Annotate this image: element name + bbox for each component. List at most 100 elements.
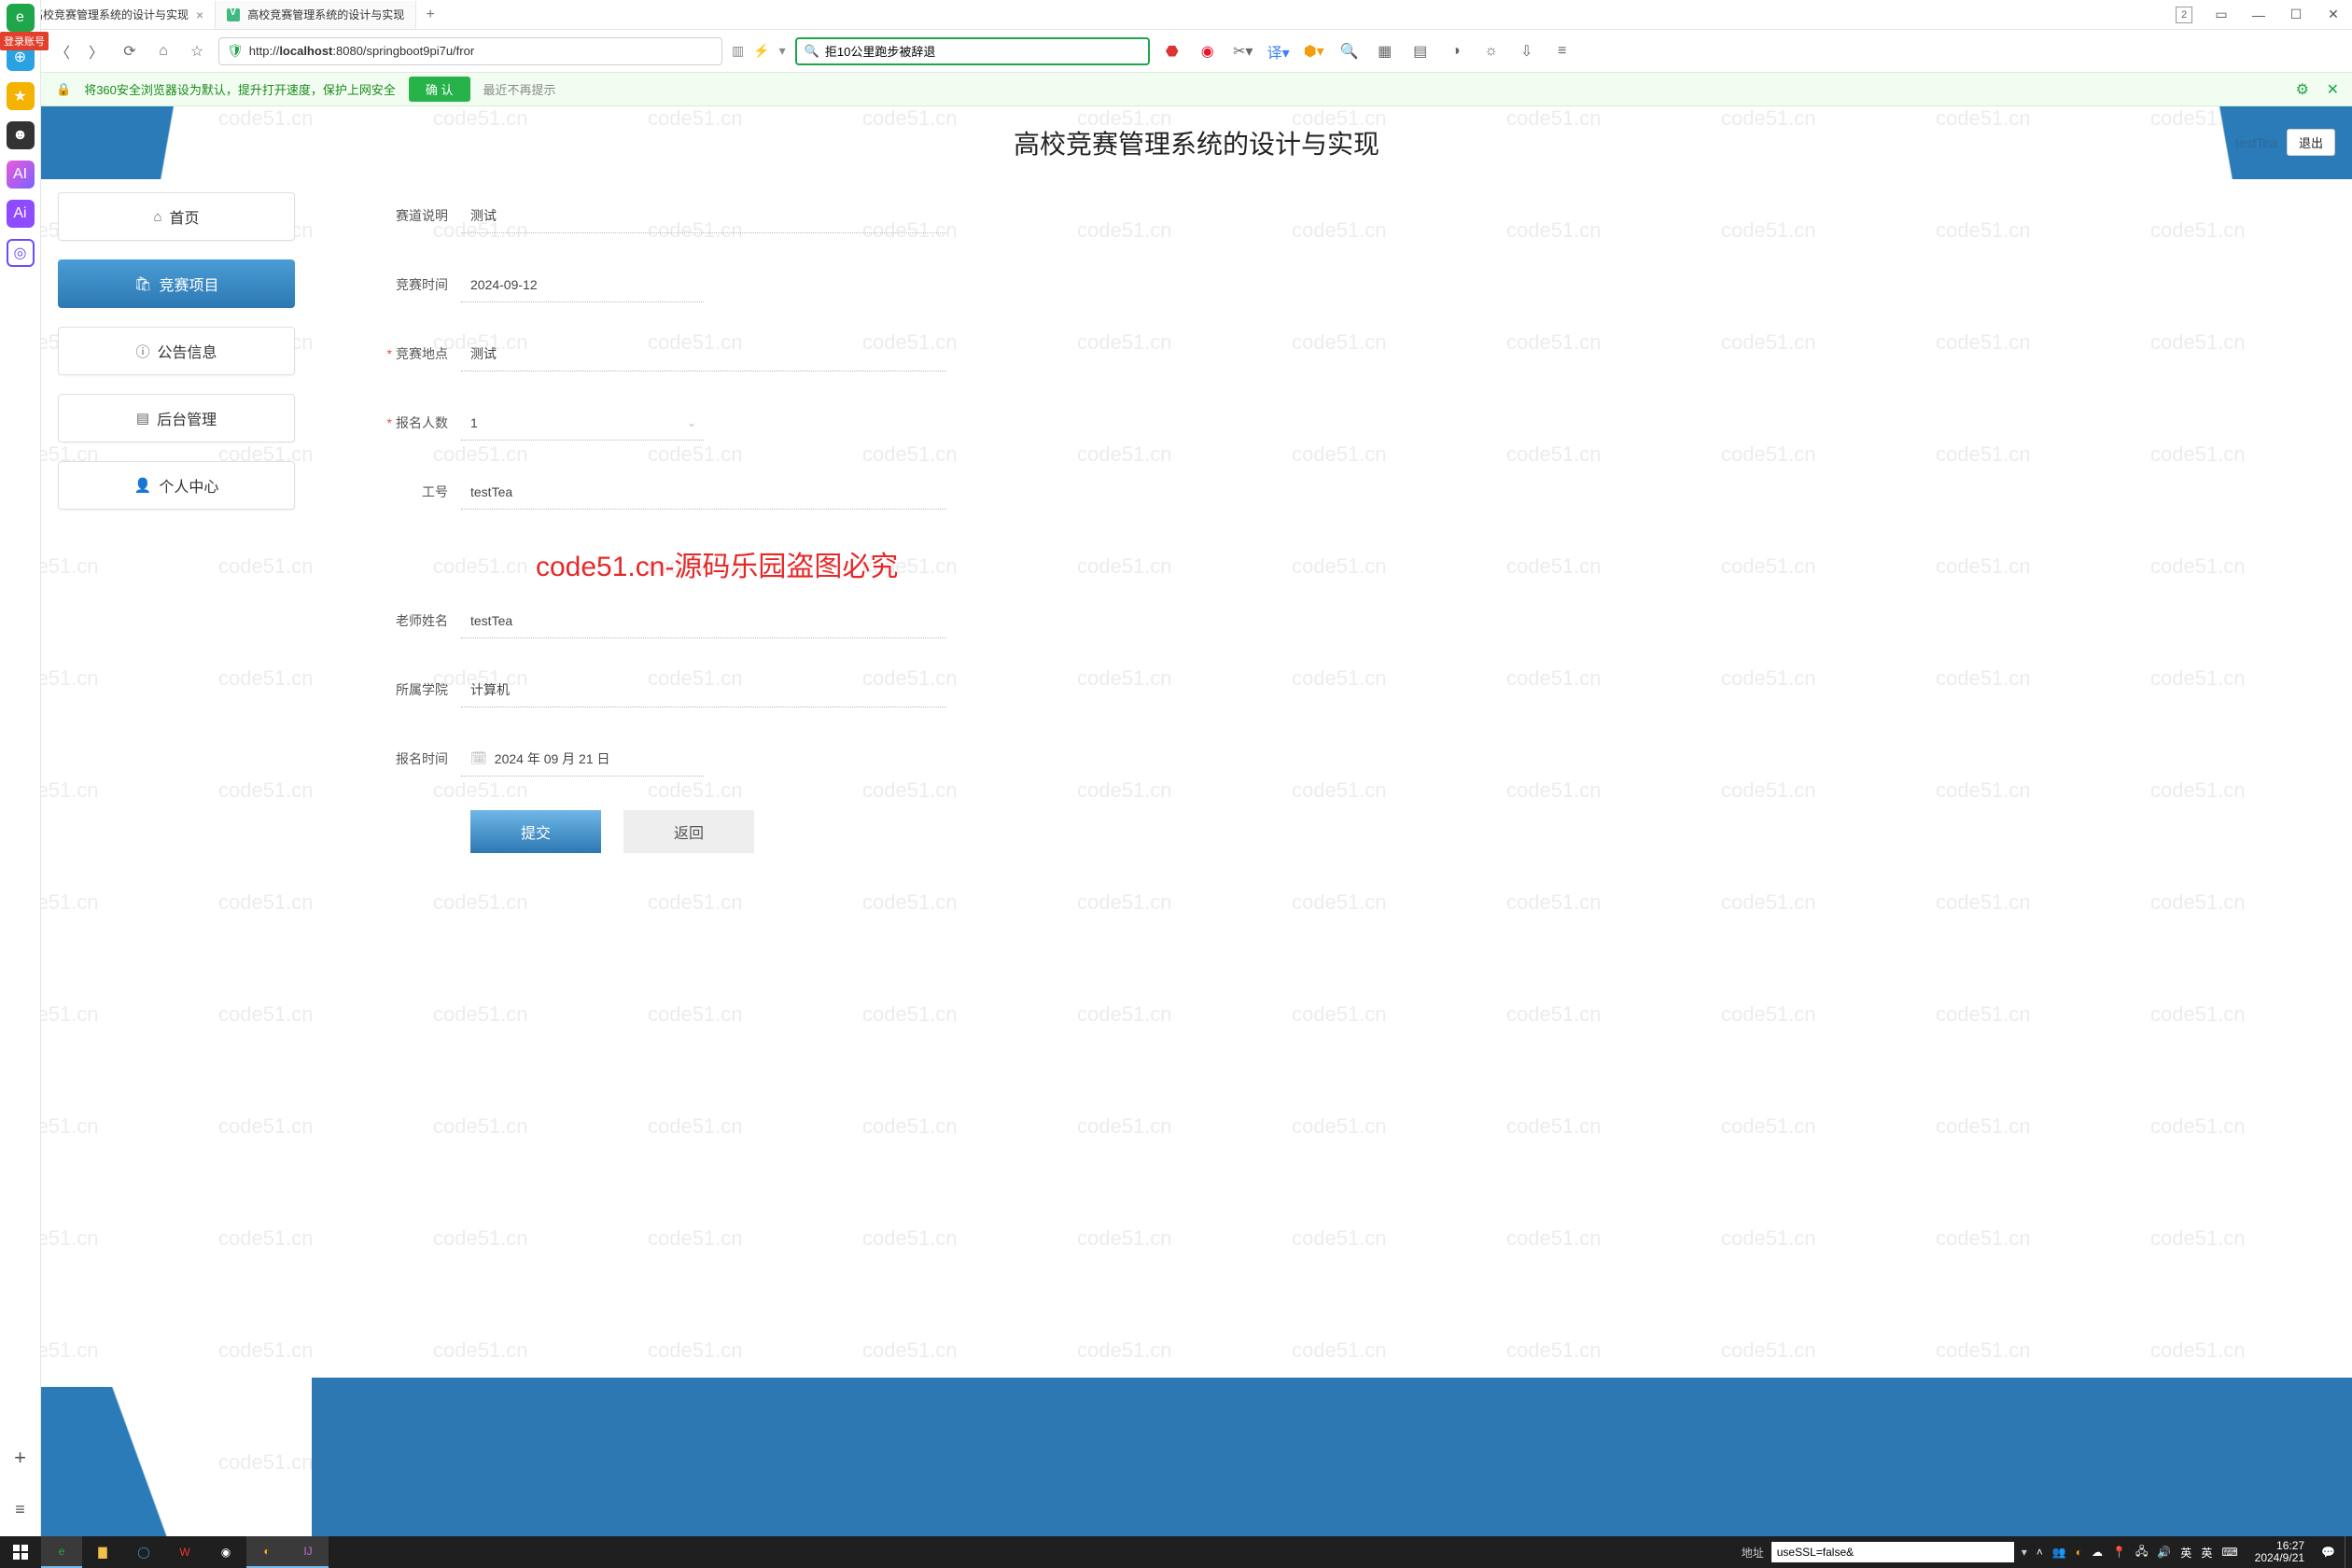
banner-close-icon[interactable]: ✕ bbox=[2327, 80, 2339, 99]
start-button[interactable] bbox=[0, 1536, 41, 1568]
task-chrome-icon[interactable]: ◉ bbox=[205, 1536, 246, 1568]
tab-count-badge[interactable]: 2 bbox=[2165, 0, 2203, 30]
browser-menu-icon[interactable]: ≡ bbox=[1549, 38, 1575, 64]
field-time[interactable]: 2024-09-12 bbox=[461, 267, 704, 302]
nav-forward-icon[interactable]: 〉 bbox=[84, 39, 108, 63]
tab-close-icon[interactable]: × bbox=[196, 7, 203, 22]
show-desktop-button[interactable] bbox=[2345, 1536, 2352, 1568]
new-tab-button[interactable]: + bbox=[416, 7, 444, 23]
qr-icon[interactable]: ▥ bbox=[732, 43, 744, 59]
side-bot-icon[interactable]: ☻ bbox=[7, 121, 35, 149]
app-footer-band bbox=[312, 1378, 2352, 1536]
tray-ime1[interactable]: 英 bbox=[2180, 1545, 2191, 1561]
url-box[interactable]: 🛡 http://localhost:8080/springboot9pi7u/… bbox=[218, 37, 722, 65]
side-menu-icon[interactable]: ≡ bbox=[15, 1500, 25, 1536]
task-explorer-icon[interactable]: ▇ bbox=[82, 1536, 123, 1568]
side-ai2-icon[interactable]: Ai bbox=[7, 200, 35, 228]
field-place[interactable]: 测试 bbox=[461, 336, 946, 371]
task-edge-icon[interactable]: ◯ bbox=[123, 1536, 164, 1568]
lock-icon: 🔒 bbox=[56, 82, 71, 97]
ext-search-icon[interactable]: 🔍 bbox=[1337, 38, 1363, 64]
dashboard-icon: ▤ bbox=[136, 410, 149, 427]
tray-ime2[interactable]: 英 bbox=[2201, 1545, 2212, 1561]
menu-admin[interactable]: ▤ 后台管理 bbox=[58, 394, 295, 442]
window-minimize-icon[interactable]: — bbox=[2240, 0, 2277, 30]
window-close-icon[interactable]: ✕ bbox=[2315, 0, 2352, 30]
search-input[interactable] bbox=[825, 44, 1141, 58]
field-teacher[interactable]: testTea bbox=[461, 603, 946, 638]
side-add-button[interactable]: + bbox=[14, 1446, 26, 1489]
ext-grid-icon[interactable]: ▤ bbox=[1407, 38, 1434, 64]
url-dropdown-icon[interactable]: ▾ bbox=[779, 43, 786, 59]
task-idea-icon[interactable]: IJ bbox=[287, 1536, 329, 1568]
field-apply-time[interactable]: 🗓 2024 年 09 月 21 日 bbox=[461, 741, 704, 777]
tray-keyboard-icon[interactable]: ⌨ bbox=[2221, 1546, 2237, 1559]
tray-volume-icon[interactable]: 🔊 bbox=[2157, 1546, 2171, 1559]
ext-shield-icon[interactable]: ⬢▾ bbox=[1301, 38, 1327, 64]
form-panel: 赛道说明 测试 竞赛时间 2024-09-12 *竞赛地点 测试 *报名人数 1… bbox=[312, 179, 2352, 1536]
ext-scissors-icon[interactable]: ✂▾ bbox=[1230, 38, 1256, 64]
browser-tab-2-title: 高校竞赛管理系统的设计与实现 bbox=[247, 7, 404, 22]
nav-reload-icon[interactable]: ⟳ bbox=[118, 39, 142, 63]
label-track-desc: 赛道说明 bbox=[349, 206, 461, 225]
menu-contest-label: 竞赛项目 bbox=[160, 273, 219, 295]
nav-star-icon[interactable]: ☆ bbox=[185, 39, 209, 63]
tray-clock[interactable]: 16:27 2024/9/21 bbox=[2247, 1540, 2312, 1564]
label-college: 所属学院 bbox=[349, 680, 461, 699]
tray-orange-icon[interactable]: ◐ bbox=[2076, 1546, 2082, 1559]
side-ring-icon[interactable]: ◎ bbox=[7, 239, 35, 267]
menu-personal[interactable]: 👤 个人中心 bbox=[58, 461, 295, 510]
task-360-icon[interactable]: e bbox=[41, 1536, 82, 1568]
menu-home-label: 首页 bbox=[170, 205, 200, 228]
banner-gear-icon[interactable]: ⚙ bbox=[2296, 80, 2309, 99]
ext-download-icon[interactable]: ⇩ bbox=[1514, 38, 1540, 64]
vue-favicon-icon bbox=[227, 8, 240, 21]
side-deco-corner bbox=[41, 1387, 284, 1536]
label-quota: *报名人数 bbox=[349, 413, 461, 432]
banner-confirm-button[interactable]: 确 认 bbox=[409, 77, 470, 102]
ext-theme-icon[interactable]: ☼ bbox=[1478, 38, 1505, 64]
window-maximize-icon[interactable]: ☐ bbox=[2277, 0, 2315, 30]
logout-button[interactable]: 退出 bbox=[2287, 129, 2335, 156]
app-title: 高校竞赛管理系统的设计与实现 bbox=[1014, 124, 1379, 161]
select-quota[interactable]: 1 ⌄ bbox=[461, 405, 704, 441]
ext-weibo-icon[interactable]: ◉ bbox=[1195, 38, 1221, 64]
side-favorites-icon[interactable]: ★ bbox=[7, 82, 35, 110]
nav-home-icon[interactable]: ⌂ bbox=[151, 39, 175, 63]
menu-home[interactable]: ⌂ 首页 bbox=[58, 192, 295, 241]
login-badge[interactable]: 登录账号 bbox=[0, 32, 49, 50]
tray-notifications-icon[interactable]: 💬 bbox=[2321, 1546, 2335, 1559]
back-button[interactable]: 返回 bbox=[623, 810, 754, 853]
menu-notice-label: 公告信息 bbox=[158, 340, 217, 362]
ext-translate-icon[interactable]: 译▾ bbox=[1266, 38, 1292, 64]
label-jobno: 工号 bbox=[349, 483, 461, 501]
menu-contest[interactable]: 🛍 竞赛项目 bbox=[58, 259, 295, 308]
browser-logo-icon[interactable]: e bbox=[7, 4, 35, 32]
tray-up-icon[interactable]: ˄ bbox=[2037, 1546, 2043, 1559]
flash-icon[interactable]: ⚡ bbox=[753, 43, 769, 59]
menu-notice[interactable]: ⓘ 公告信息 bbox=[58, 327, 295, 375]
window-pip-icon[interactable]: ▭ bbox=[2203, 0, 2240, 30]
ext-color-icon[interactable]: ◑ bbox=[1443, 38, 1469, 64]
ext-fire-icon[interactable]: ⬣ bbox=[1159, 38, 1185, 64]
ext-puzzle-icon[interactable]: ▦ bbox=[1372, 38, 1398, 64]
search-box[interactable]: 🔍 bbox=[795, 37, 1150, 65]
url-text: http://localhost:8080/springboot9pi7u/fr… bbox=[249, 44, 474, 58]
browser-tab-2[interactable]: 高校竞赛管理系统的设计与实现 bbox=[216, 1, 416, 29]
tray-cloud-icon[interactable]: ☁ bbox=[2092, 1546, 2103, 1559]
field-track-desc[interactable]: 测试 bbox=[461, 198, 946, 233]
field-jobno[interactable]: testTea bbox=[461, 474, 946, 510]
submit-button[interactable]: 提交 bbox=[470, 810, 601, 853]
task-wps-icon[interactable]: W bbox=[164, 1536, 205, 1568]
taskbar-addr-input[interactable] bbox=[1771, 1542, 2014, 1562]
task-app-icon[interactable]: ◐ bbox=[246, 1536, 287, 1568]
side-ai-icon[interactable]: AI bbox=[7, 161, 35, 189]
banner-text: 将360安全浏览器设为默认，提升打开速度，保护上网安全 bbox=[84, 80, 396, 98]
browser-tab-1-title: 高校竞赛管理系统的设计与实现 bbox=[32, 7, 189, 22]
tray-pin-icon[interactable]: 📍 bbox=[2112, 1546, 2126, 1559]
tray-people-icon[interactable]: 👥 bbox=[2052, 1546, 2066, 1559]
nav-back-icon[interactable]: 〈 bbox=[50, 39, 75, 63]
banner-later-button[interactable]: 最近不再提示 bbox=[483, 80, 556, 98]
tray-network-icon[interactable]: 🖧 bbox=[2135, 1543, 2148, 1562]
field-college[interactable]: 计算机 bbox=[461, 672, 946, 707]
